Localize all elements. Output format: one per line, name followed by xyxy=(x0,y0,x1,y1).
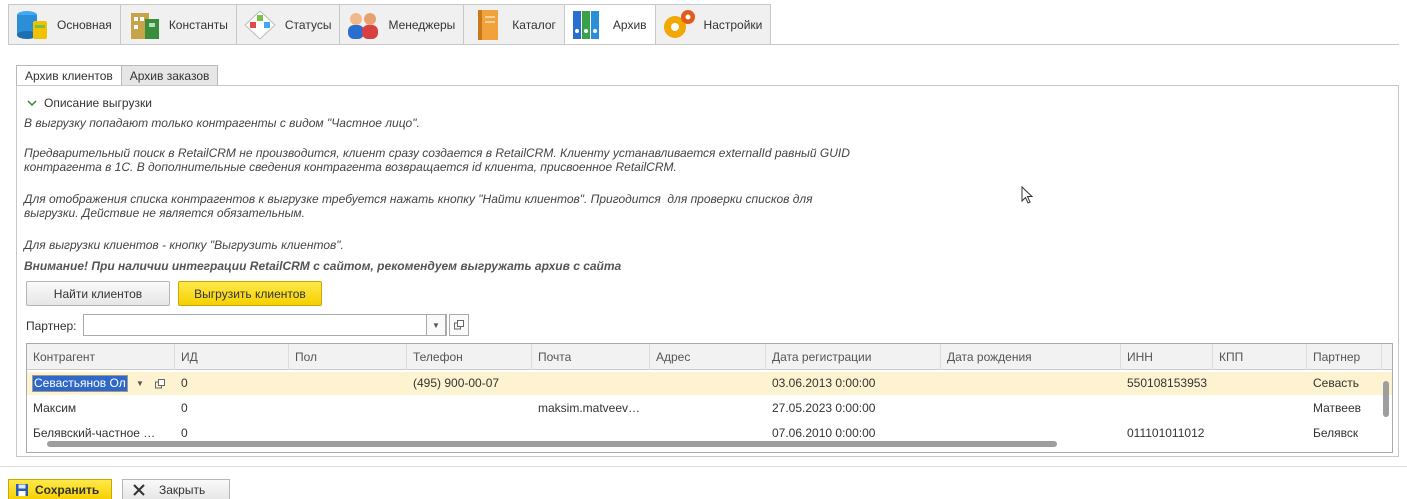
tab-statuses[interactable]: Статусы xyxy=(235,4,340,45)
table-header: Контрагент ИД Пол Телефон Почта Адрес Да… xyxy=(27,344,1392,370)
partner-dropdown-button[interactable]: ▼ xyxy=(426,314,446,336)
workflow-icon xyxy=(241,7,279,43)
cell-kpp xyxy=(1213,397,1307,420)
warning-text: Внимание! При наличии интеграции RetailC… xyxy=(24,259,622,273)
cell-phone xyxy=(407,397,532,420)
cell-counterparty: Максим xyxy=(33,401,77,415)
counterparty-editor[interactable]: Севастьянов Ол xyxy=(32,375,128,392)
cell-inn xyxy=(1121,397,1213,420)
cell-email xyxy=(532,372,650,395)
table-row[interactable]: Севастьянов Ол ▼ 0 (495) 900-00-07 03.06… xyxy=(27,372,1392,395)
footer-divider xyxy=(0,466,1407,467)
col-header[interactable]: Адрес xyxy=(650,344,766,370)
col-header[interactable]: ИНН xyxy=(1121,344,1213,370)
tab-managers-label: Менеджеры xyxy=(388,17,456,32)
description-line: контрагента в 1С. В дополнительные сведе… xyxy=(24,160,677,174)
users-icon xyxy=(344,7,382,43)
counterparty-value: Севастьянов Ол xyxy=(33,376,127,391)
main-tabs: Основная Константы Статусы Менеджеры Кат… xyxy=(8,4,772,46)
col-header[interactable]: Телефон xyxy=(407,344,532,370)
cell-id: 0 xyxy=(181,401,188,415)
editor-open-button[interactable] xyxy=(151,375,169,392)
tabs-divider xyxy=(8,44,1399,45)
find-clients-button[interactable]: Найти клиентов xyxy=(26,281,170,306)
scrollbar-thumb[interactable] xyxy=(1383,381,1389,417)
description-line: Для отображения списка контрагентов к вы… xyxy=(24,192,813,206)
save-button-label: Сохранить xyxy=(35,483,100,497)
tab-archive[interactable]: Архив xyxy=(563,4,655,46)
floppy-disk-icon xyxy=(16,484,28,496)
description-line: выгрузки. Действие не является обязатель… xyxy=(24,206,305,220)
cell-id: 0 xyxy=(181,376,188,390)
tab-clients-archive[interactable]: Архив клиентов xyxy=(16,65,121,86)
col-header[interactable]: Пол xyxy=(289,344,407,370)
building-icon xyxy=(125,7,163,43)
close-icon xyxy=(133,484,145,496)
chevron-down-icon: ▼ xyxy=(136,379,144,388)
tab-statuses-label: Статусы xyxy=(284,17,332,32)
col-header[interactable]: Партнер xyxy=(1307,344,1382,370)
description-title: Описание выгрузки xyxy=(44,96,152,110)
cell-gender xyxy=(289,397,407,420)
mouse-cursor-icon xyxy=(1021,186,1033,204)
cell-birth-date xyxy=(941,372,1121,395)
partner-input[interactable] xyxy=(83,314,447,336)
tab-constants[interactable]: Константы xyxy=(119,4,236,45)
col-header[interactable]: Контрагент xyxy=(27,344,175,370)
cell-inn: 550108153953 xyxy=(1127,376,1208,390)
partner-label: Партнер: xyxy=(26,319,77,333)
cell-address xyxy=(650,397,766,420)
clients-table[interactable]: Контрагент ИД Пол Телефон Почта Адрес Да… xyxy=(26,343,1393,453)
cell-kpp xyxy=(1213,372,1307,395)
save-button[interactable]: Сохранить xyxy=(8,479,112,499)
cell-reg-date: 27.05.2023 0:00:00 xyxy=(772,401,876,415)
scrollbar-thumb[interactable] xyxy=(47,441,1057,447)
tab-main[interactable]: Основная xyxy=(8,4,120,45)
export-clients-button[interactable]: Выгрузить клиентов xyxy=(178,281,322,306)
tab-catalog-label: Каталог xyxy=(512,17,556,32)
cell-partner: Матвеев xyxy=(1313,401,1361,415)
description-line: Предварительный поиск в RetailCRM не про… xyxy=(24,146,850,160)
partner-open-button[interactable] xyxy=(449,314,469,336)
description-line: Для выгрузки клиентов - кнопку "Выгрузит… xyxy=(24,238,344,252)
description-group-toggle[interactable]: Описание выгрузки xyxy=(26,96,152,110)
tab-managers[interactable]: Менеджеры xyxy=(339,4,464,45)
tab-constants-label: Константы xyxy=(168,17,228,32)
tab-settings[interactable]: Настройки xyxy=(654,4,772,45)
col-header[interactable]: ИД xyxy=(175,344,289,370)
cell-reg-date: 03.06.2013 0:00:00 xyxy=(772,376,876,390)
book-icon xyxy=(468,7,506,43)
tab-archive-label: Архив xyxy=(612,18,647,32)
cell-phone: (495) 900-00-07 xyxy=(413,376,500,390)
col-header[interactable]: Почта xyxy=(532,344,650,370)
description-line: В выгрузку попадают только контрагенты с… xyxy=(24,116,420,130)
cell-email: maksim.matveev… xyxy=(538,401,641,415)
editor-dropdown-button[interactable]: ▼ xyxy=(131,375,149,392)
tab-orders-archive[interactable]: Архив заказов xyxy=(120,65,219,86)
tab-settings-label: Настройки xyxy=(703,17,763,32)
vertical-scrollbar[interactable] xyxy=(1381,366,1391,446)
chevron-down-icon: ▼ xyxy=(432,320,440,330)
binders-icon xyxy=(569,7,607,43)
col-header[interactable]: КПП xyxy=(1213,344,1307,370)
gears-icon xyxy=(660,7,698,43)
open-form-icon xyxy=(155,378,165,388)
tab-main-label: Основная xyxy=(57,17,112,32)
close-button[interactable]: Закрыть xyxy=(122,479,230,499)
close-button-label: Закрыть xyxy=(159,483,206,497)
open-form-icon xyxy=(454,320,464,330)
col-header[interactable]: Дата рождения xyxy=(941,344,1121,370)
horizontal-scrollbar[interactable] xyxy=(33,440,1373,448)
col-header[interactable]: Дата регистрации xyxy=(766,344,941,370)
tab-catalog[interactable]: Каталог xyxy=(463,4,564,45)
database-icon xyxy=(13,7,51,43)
archive-subtabs: Архив клиентов Архив заказов xyxy=(16,65,219,86)
cell-gender xyxy=(289,372,407,395)
cell-birth-date xyxy=(941,397,1121,420)
cell-partner: Севасть xyxy=(1313,376,1360,390)
cell-address xyxy=(650,372,766,395)
table-row[interactable]: Максим 0 maksim.matveev… 27.05.2023 0:00… xyxy=(27,397,1392,420)
chevron-down-icon xyxy=(27,100,37,107)
